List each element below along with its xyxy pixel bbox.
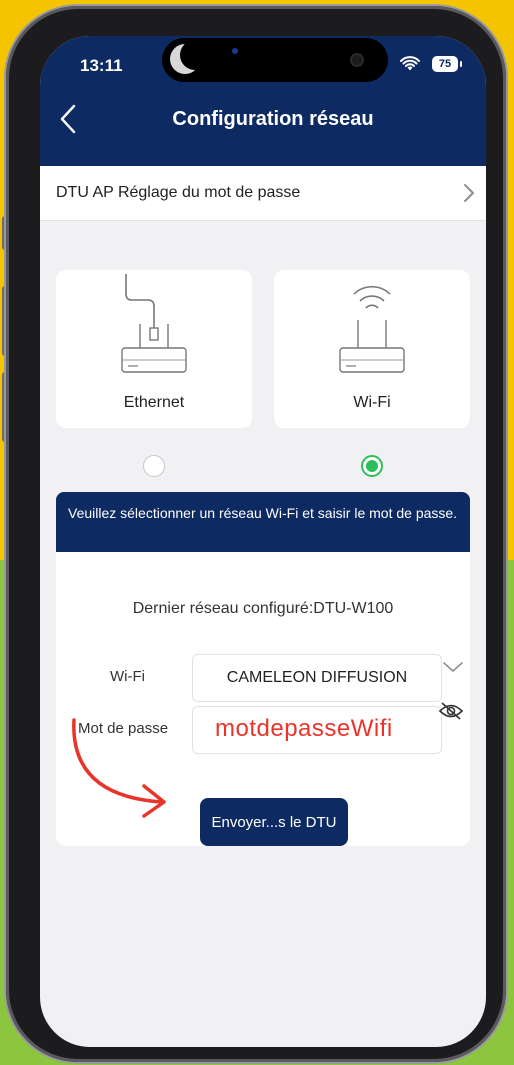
dynamic-island <box>162 38 388 82</box>
wifi-field-label: Wi-Fi <box>110 668 145 685</box>
camera-icon <box>352 55 362 65</box>
dtu-ap-password-row[interactable]: DTU AP Réglage du mot de passe <box>40 166 486 221</box>
annotation-arrow <box>72 718 166 818</box>
ethernet-label: Ethernet <box>123 394 185 411</box>
eye-off-icon[interactable] <box>438 700 464 722</box>
wifi-radio[interactable] <box>361 455 383 477</box>
navigation-bar: 13:11 75 Configuration réseau <box>40 36 486 166</box>
wifi-label: Wi-Fi <box>353 394 391 411</box>
password-value: motdepasseWifi <box>215 715 393 742</box>
status-time: 13:11 <box>80 56 123 75</box>
battery-icon: 75 <box>432 56 462 72</box>
wifi-select[interactable]: CAMELEON DIFFUSION <box>192 654 442 702</box>
wifi-status-icon <box>400 56 420 71</box>
chevron-down-icon[interactable] <box>442 660 464 674</box>
wifi-select-value: CAMELEON DIFFUSION <box>226 669 408 686</box>
ethernet-router-icon <box>121 274 187 373</box>
phone-screen: 13:11 75 Configuration réseau DTU AP Rég… <box>40 36 486 1047</box>
last-configured-network: Dernier réseau configuré:DTU-W100 <box>132 600 394 617</box>
ethernet-radio[interactable] <box>143 455 165 477</box>
phone-frame: 13:11 75 Configuration réseau DTU AP Rég… <box>6 6 506 1062</box>
password-input[interactable]: motdepasseWifi <box>192 706 442 754</box>
moon-icon <box>170 40 210 74</box>
page-title: Configuration réseau <box>172 108 374 130</box>
send-to-dtu-button[interactable]: Envoyer...s le DTU <box>200 798 348 846</box>
wifi-instruction-banner: Veuillez sélectionner un réseau Wi-Fi et… <box>56 492 470 552</box>
chevron-right-icon <box>464 184 474 202</box>
wifi-router-icon <box>339 285 405 373</box>
ethernet-option-card[interactable]: Ethernet <box>56 270 252 428</box>
dtu-ap-password-label: DTU AP Réglage du mot de passe <box>56 184 301 201</box>
indicator-dot <box>232 48 238 54</box>
wifi-option-card[interactable]: Wi-Fi <box>274 270 470 428</box>
